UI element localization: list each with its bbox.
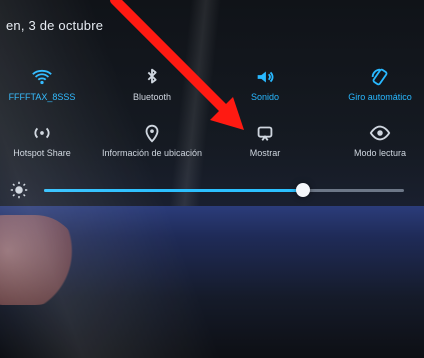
cast-icon bbox=[254, 122, 276, 144]
tile-cast-label: Mostrar bbox=[249, 148, 281, 158]
brightness-icon bbox=[10, 181, 28, 199]
hotspot-icon bbox=[31, 122, 53, 144]
tile-reading-label: Modo lectura bbox=[353, 148, 407, 158]
sound-icon bbox=[254, 66, 276, 88]
tile-bluetooth[interactable]: Bluetooth bbox=[92, 66, 212, 102]
eye-icon bbox=[369, 122, 391, 144]
brightness-slider[interactable] bbox=[0, 175, 424, 205]
tile-location-label: Información de ubicación bbox=[101, 148, 203, 158]
screenshot-frame: en, 3 de octubre FFFFTAX_8SSS Bluetooth bbox=[0, 0, 424, 358]
tile-cast[interactable]: Mostrar bbox=[205, 122, 325, 158]
wifi-icon bbox=[31, 66, 53, 88]
location-icon bbox=[141, 122, 163, 144]
tile-wifi-label: FFFFTAX_8SSS bbox=[8, 92, 76, 102]
tile-sound[interactable]: Sonido bbox=[205, 66, 325, 102]
brightness-fill bbox=[44, 189, 304, 192]
rotate-icon bbox=[369, 66, 391, 88]
tile-rotate-label: Giro automático bbox=[348, 92, 412, 102]
tile-sound-label: Sonido bbox=[250, 92, 280, 102]
brightness-thumb[interactable] bbox=[296, 183, 311, 197]
bluetooth-icon bbox=[141, 66, 163, 88]
tile-wifi[interactable]: FFFFTAX_8SSS bbox=[0, 66, 102, 102]
tile-reading[interactable]: Modo lectura bbox=[320, 122, 424, 158]
tile-rotate[interactable]: Giro automático bbox=[320, 66, 424, 102]
tile-bluetooth-label: Bluetooth bbox=[132, 92, 172, 102]
status-date: en, 3 de octubre bbox=[6, 18, 104, 33]
tile-location[interactable]: Información de ubicación bbox=[92, 122, 212, 158]
tile-hotspot[interactable]: Hotspot Share bbox=[0, 122, 102, 158]
tile-hotspot-label: Hotspot Share bbox=[13, 148, 71, 158]
